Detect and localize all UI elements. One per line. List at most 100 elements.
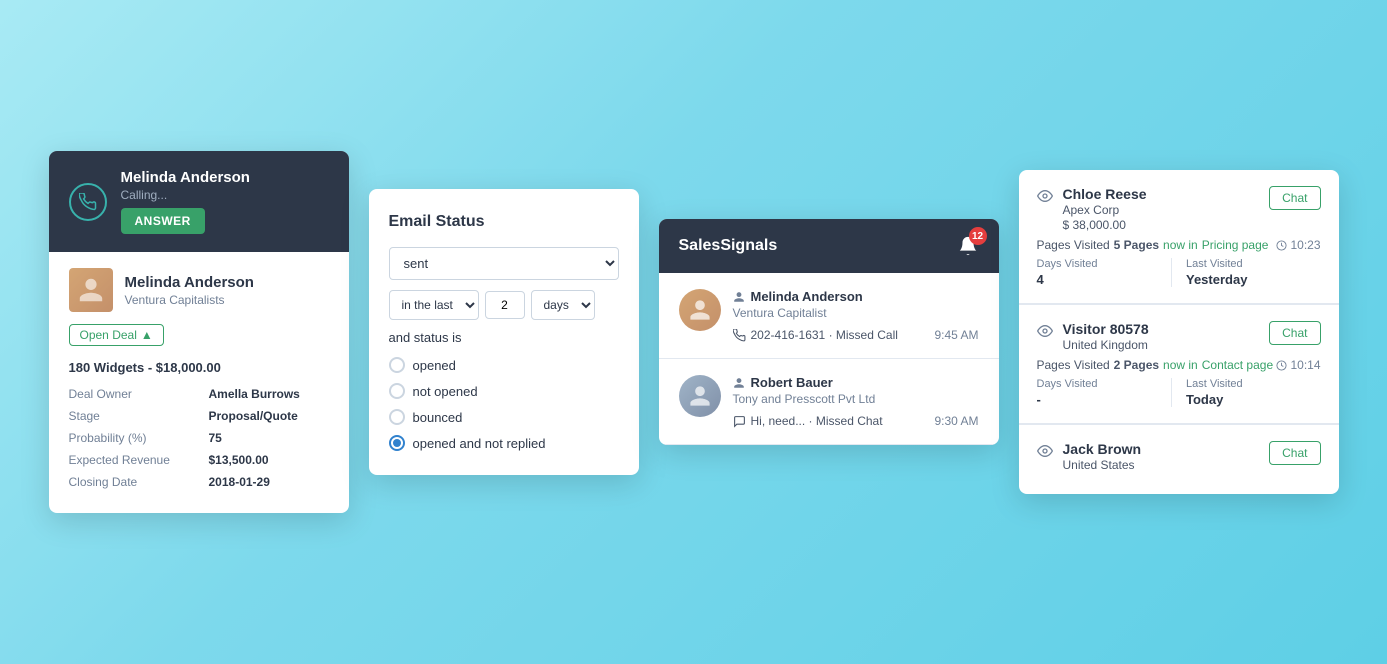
card-body: Melinda Anderson Ventura Capitalists Ope… xyxy=(49,252,349,513)
table-row: Expected Revenue $13,500.00 xyxy=(69,453,329,467)
chat-button[interactable]: Chat xyxy=(1269,186,1320,210)
eye-icon xyxy=(1037,323,1053,344)
signal-company: Tony and Presscott Pvt Ltd xyxy=(733,392,979,406)
table-row: Deal Owner Amella Burrows xyxy=(69,387,329,401)
contact-row: Melinda Anderson Ventura Capitalists xyxy=(69,268,329,312)
visitor-stats: Days Visited - Last Visited Today xyxy=(1037,378,1321,407)
days-visited-value: 4 xyxy=(1037,272,1172,287)
visitor-info: Visitor 80578 United Kingdom xyxy=(1063,321,1149,352)
signals-header: SalesSignals 12 xyxy=(659,219,999,273)
last-visited-label: Last Visited xyxy=(1186,378,1321,390)
visitor-item: Chloe Reese Apex Corp $ 38,000.00 Chat P… xyxy=(1019,170,1339,304)
pages-left: Pages Visited 5 Pages now in Pricing pag… xyxy=(1037,238,1269,252)
pages-visited-count: 5 Pages xyxy=(1114,238,1159,252)
and-status-label: and status is xyxy=(389,330,619,345)
signal-company: Ventura Capitalist xyxy=(733,306,979,320)
time-container: 10:23 xyxy=(1276,238,1320,252)
signal-content: Robert Bauer Tony and Presscott Pvt Ltd … xyxy=(733,375,979,428)
deal-title: 180 Widgets - $18,000.00 xyxy=(69,360,329,375)
visit-time: 10:14 xyxy=(1290,358,1320,372)
signal-item: Robert Bauer Tony and Presscott Pvt Ltd … xyxy=(659,359,999,445)
last-visited-label: Last Visited xyxy=(1186,258,1321,270)
pages-visited-count: 2 Pages xyxy=(1114,358,1159,372)
clock-icon xyxy=(1276,360,1287,371)
calling-name: Melinda Anderson xyxy=(121,169,329,186)
visitor-name: Chloe Reese xyxy=(1063,186,1147,202)
filter-row: in the last days xyxy=(389,290,619,320)
visitor-pages: Pages Visited 5 Pages now in Pricing pag… xyxy=(1037,238,1321,252)
deal-value: Proposal/Quote xyxy=(209,409,298,423)
visitor-left: Chloe Reese Apex Corp $ 38,000.00 xyxy=(1037,186,1147,232)
signal-action: 202-416-1631 · Missed Call xyxy=(733,328,898,342)
avatar xyxy=(69,268,113,312)
visitor-left: Jack Brown United States xyxy=(1037,441,1142,472)
eye-icon xyxy=(1037,443,1053,464)
now-in-label: now in xyxy=(1163,238,1198,252)
answer-button[interactable]: ANSWER xyxy=(121,208,205,234)
pages-left: Pages Visited 2 Pages now in Contact pag… xyxy=(1037,358,1274,372)
radio-opened[interactable]: opened xyxy=(389,357,619,373)
deal-label: Deal Owner xyxy=(69,387,209,401)
signal-action: Hi, need... · Missed Chat xyxy=(733,414,883,428)
open-deal-button[interactable]: Open Deal ▲ xyxy=(69,324,164,346)
radio-label-not-opened: not opened xyxy=(413,384,478,399)
chat-button[interactable]: Chat xyxy=(1269,441,1320,465)
last-visited-block: Last Visited Today xyxy=(1171,378,1321,407)
pages-visited-label: Pages Visited xyxy=(1037,358,1110,372)
contact-name: Melinda Anderson xyxy=(125,274,254,291)
visitor-company: Apex Corp xyxy=(1063,203,1147,217)
days-visited-block: Days Visited - xyxy=(1037,378,1172,407)
bell-badge: 12 xyxy=(957,235,979,257)
signal-name: Melinda Anderson xyxy=(733,289,979,304)
calling-status: Calling... xyxy=(121,188,329,202)
calling-info: Melinda Anderson Calling... ANSWER xyxy=(121,169,329,234)
deal-value: $13,500.00 xyxy=(209,453,269,467)
radio-not-opened[interactable]: not opened xyxy=(389,383,619,399)
last-visited-value: Today xyxy=(1186,392,1321,407)
visitor-top: Visitor 80578 United Kingdom Chat xyxy=(1037,321,1321,352)
visitor-name: Visitor 80578 xyxy=(1063,321,1149,337)
contact-company: Ventura Capitalists xyxy=(125,293,254,307)
chat-small-icon xyxy=(733,415,746,428)
days-visited-label: Days Visited xyxy=(1037,378,1172,390)
visitor-left: Visitor 80578 United Kingdom xyxy=(1037,321,1149,352)
status-radio-list: opened not opened bounced opened and not… xyxy=(389,357,619,451)
days-unit-select[interactable]: days xyxy=(531,290,595,320)
phone-icon xyxy=(69,183,107,221)
visitor-company: United States xyxy=(1063,458,1142,472)
email-status-panel: Email Status sent in the last days and s… xyxy=(369,189,639,475)
calling-header: Melinda Anderson Calling... ANSWER xyxy=(49,151,349,252)
deal-value: 2018-01-29 xyxy=(209,475,270,489)
signal-detail: Hi, need... · Missed Chat 9:30 AM xyxy=(733,414,979,428)
signal-item: Melinda Anderson Ventura Capitalist 202-… xyxy=(659,273,999,359)
email-panel-title: Email Status xyxy=(389,213,619,231)
radio-circle-opened xyxy=(389,357,405,373)
current-page: Pricing page xyxy=(1202,238,1269,252)
in-the-last-select[interactable]: in the last xyxy=(389,290,479,320)
clock-icon xyxy=(1276,240,1287,251)
person-icon xyxy=(733,377,745,389)
now-in-label: now in xyxy=(1163,358,1198,372)
days-visited-block: Days Visited 4 xyxy=(1037,258,1172,287)
visitor-top: Chloe Reese Apex Corp $ 38,000.00 Chat xyxy=(1037,186,1321,232)
days-visited-value: - xyxy=(1037,392,1172,407)
radio-circle-opened-not-replied xyxy=(389,435,405,451)
deal-label: Closing Date xyxy=(69,475,209,489)
deal-label: Expected Revenue xyxy=(69,453,209,467)
sales-signals-panel: SalesSignals 12 Melinda Ander xyxy=(659,219,999,445)
days-input[interactable] xyxy=(485,291,525,319)
deal-value: 75 xyxy=(209,431,222,445)
signal-detail: 202-416-1631 · Missed Call 9:45 AM xyxy=(733,328,979,342)
radio-bounced[interactable]: bounced xyxy=(389,409,619,425)
visitor-company: United Kingdom xyxy=(1063,338,1149,352)
avatar xyxy=(679,289,721,331)
chat-button[interactable]: Chat xyxy=(1269,321,1320,345)
radio-opened-not-replied[interactable]: opened and not replied xyxy=(389,435,619,451)
visitor-stats: Days Visited 4 Last Visited Yesterday xyxy=(1037,258,1321,287)
signal-time: 9:30 AM xyxy=(934,414,978,428)
eye-icon xyxy=(1037,188,1053,209)
chevron-up-icon: ▲ xyxy=(141,328,153,342)
email-status-select[interactable]: sent xyxy=(389,247,619,280)
visitor-top: Jack Brown United States Chat xyxy=(1037,441,1321,472)
last-visited-block: Last Visited Yesterday xyxy=(1171,258,1321,287)
